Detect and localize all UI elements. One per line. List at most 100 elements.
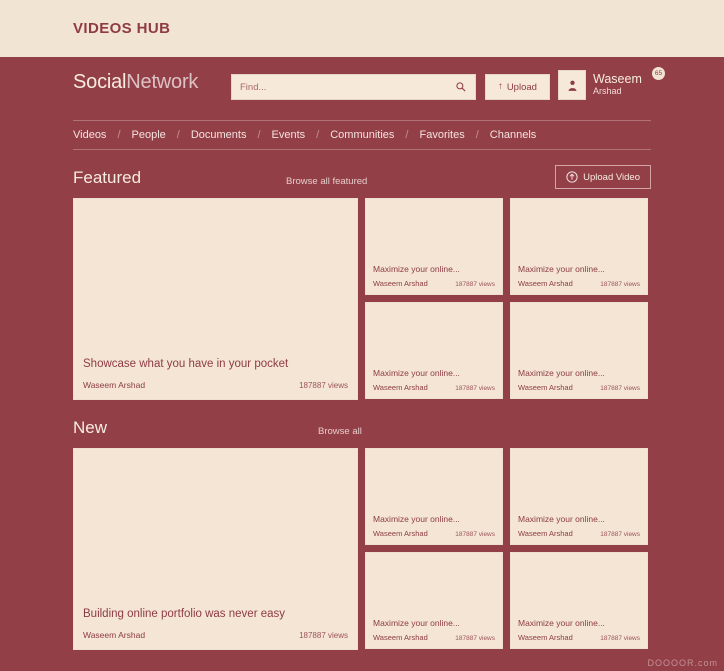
card-title: Maximize your online... (518, 618, 605, 628)
card-author: Waseem Arshad (518, 279, 573, 288)
upload-button-label: Upload (506, 81, 537, 93)
nav-item-events[interactable]: Events (272, 129, 306, 141)
user-name-block: Waseem Arshad 65 (593, 67, 665, 97)
featured-main-column: Showcase what you have in your pocket Wa… (73, 198, 358, 400)
circle-up-arrow-icon (566, 171, 578, 183)
person-icon (568, 80, 576, 91)
card-views: 187887 views (600, 531, 640, 538)
browse-all-featured-link[interactable]: Browse all featured (286, 176, 367, 187)
upload-video-button[interactable]: Upload Video (555, 165, 651, 189)
nav-separator: / (475, 129, 479, 141)
card-meta: Waseem Arshad 187887 views (373, 633, 495, 642)
card-title: Maximize your online... (518, 514, 605, 524)
card-author: Waseem Arshad (518, 383, 573, 392)
section-title-featured: Featured (73, 168, 142, 187)
card-views: 187887 views (299, 381, 348, 390)
search-box[interactable] (231, 74, 476, 100)
video-card[interactable]: Maximize your online... Waseem Arshad 18… (365, 448, 503, 545)
card-title: Maximize your online... (373, 618, 460, 628)
new-grid: Building online portfolio was never easy… (73, 448, 651, 650)
card-views: 187887 views (455, 635, 495, 642)
featured-column-2: Maximize your online... Waseem Arshad 18… (365, 198, 503, 400)
new-column-3: Maximize your online... Waseem Arshad 18… (510, 448, 648, 650)
card-author: Waseem Arshad (518, 529, 573, 538)
card-views: 187887 views (455, 531, 495, 538)
user-first-name: Waseem (593, 72, 642, 87)
page-root: VIDEOS HUB SocialNetwork ↑ Upload Waseem… (0, 0, 724, 671)
nav-separator: / (405, 129, 409, 141)
nav-item-documents[interactable]: Documents (191, 129, 247, 141)
card-title: Maximize your online... (518, 368, 605, 378)
card-meta: Waseem Arshad 187887 views (83, 380, 348, 390)
card-author: Waseem Arshad (373, 383, 428, 392)
nav-separator: / (316, 129, 320, 141)
card-author: Waseem Arshad (83, 630, 146, 640)
video-card[interactable]: Maximize your online... Waseem Arshad 18… (365, 302, 503, 399)
card-title: Maximize your online... (373, 514, 460, 524)
search-input[interactable] (240, 81, 455, 93)
card-meta: Waseem Arshad 187887 views (83, 630, 348, 640)
card-views: 187887 views (600, 635, 640, 642)
card-meta: Waseem Arshad 187887 views (518, 279, 640, 288)
section-header-featured: Featured Browse all featured Upload Vide… (73, 165, 651, 189)
card-views: 187887 views (600, 281, 640, 288)
card-views: 187887 views (455, 281, 495, 288)
search-icon (456, 82, 466, 92)
card-meta: Waseem Arshad 187887 views (373, 383, 495, 392)
logo-secondary: Network (126, 70, 199, 93)
card-title: Maximize your online... (373, 368, 460, 378)
card-title: Building online portfolio was never easy (83, 608, 286, 620)
new-column-2: Maximize your online... Waseem Arshad 18… (365, 448, 503, 650)
featured-main-card[interactable]: Showcase what you have in your pocket Wa… (73, 198, 358, 400)
card-meta: Waseem Arshad 187887 views (373, 279, 495, 288)
video-card[interactable]: Maximize your online... Waseem Arshad 18… (510, 552, 648, 649)
new-main-column: Building online portfolio was never easy… (73, 448, 358, 650)
video-card[interactable]: Maximize your online... Waseem Arshad 18… (510, 198, 648, 295)
avatar[interactable] (558, 70, 586, 100)
nav-separator: / (117, 129, 121, 141)
main-nav: Videos / People / Documents / Events / C… (73, 120, 651, 150)
nav-item-favorites[interactable]: Favorites (419, 129, 464, 141)
card-author: Waseem Arshad (373, 279, 428, 288)
card-views: 187887 views (455, 385, 495, 392)
section-title-new: New (73, 418, 108, 437)
card-meta: Waseem Arshad 187887 views (518, 633, 640, 642)
card-meta: Waseem Arshad 187887 views (518, 383, 640, 392)
card-title: Maximize your online... (518, 264, 605, 274)
featured-column-3: Maximize your online... Waseem Arshad 18… (510, 198, 648, 400)
card-views: 187887 views (299, 631, 348, 640)
logo-primary: Social (73, 70, 127, 93)
user-last-name: Arshad (593, 85, 622, 96)
nav-separator: / (176, 129, 180, 141)
video-card[interactable]: Maximize your online... Waseem Arshad 18… (510, 448, 648, 545)
section-header-new: New Browse all (73, 417, 651, 439)
page-title: VIDEOS HUB (73, 20, 171, 37)
video-card[interactable]: Maximize your online... Waseem Arshad 18… (510, 302, 648, 399)
nav-item-channels[interactable]: Channels (490, 129, 536, 141)
browse-all-new-link[interactable]: Browse all (318, 426, 362, 437)
nav-item-videos[interactable]: Videos (73, 129, 106, 141)
user-menu[interactable]: Waseem Arshad 65 (558, 67, 665, 100)
video-card[interactable]: Maximize your online... Waseem Arshad 18… (365, 198, 503, 295)
card-author: Waseem Arshad (518, 633, 573, 642)
card-views: 187887 views (600, 385, 640, 392)
nav-item-communities[interactable]: Communities (330, 129, 394, 141)
site-logo[interactable]: SocialNetwork (73, 71, 198, 94)
card-meta: Waseem Arshad 187887 views (373, 529, 495, 538)
upload-button[interactable]: ↑ Upload (485, 74, 550, 100)
video-card[interactable]: Maximize your online... Waseem Arshad 18… (365, 552, 503, 649)
upload-video-button-label: Upload Video (583, 171, 640, 183)
featured-grid: Showcase what you have in your pocket Wa… (73, 198, 651, 400)
watermark: DOOOOR.com (647, 658, 718, 668)
upload-arrow-icon: ↑ (498, 81, 503, 93)
card-meta: Waseem Arshad 187887 views (518, 529, 640, 538)
card-author: Waseem Arshad (83, 380, 146, 390)
card-title: Showcase what you have in your pocket (83, 358, 289, 370)
new-main-card[interactable]: Building online portfolio was never easy… (73, 448, 358, 650)
nav-item-people[interactable]: People (132, 129, 166, 141)
card-title: Maximize your online... (373, 264, 460, 274)
top-banner: VIDEOS HUB (0, 0, 724, 57)
nav-separator: / (257, 129, 261, 141)
card-author: Waseem Arshad (373, 529, 428, 538)
card-author: Waseem Arshad (373, 633, 428, 642)
